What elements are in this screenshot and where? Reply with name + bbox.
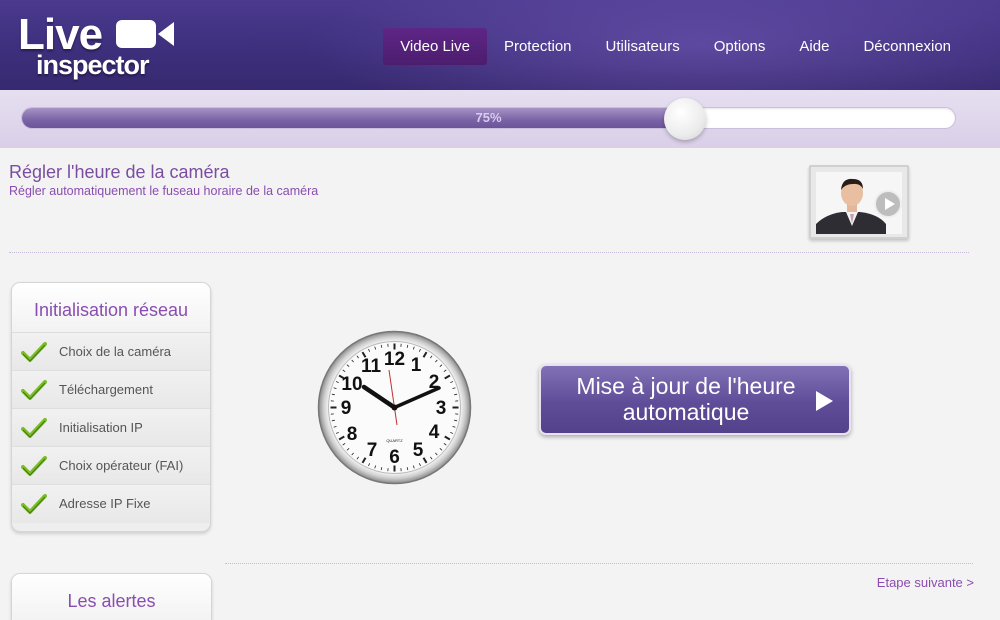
title-divider [9, 252, 969, 253]
step-ip-init[interactable]: Initialisation IP [12, 409, 210, 447]
checkmark-icon [21, 494, 47, 514]
step-static-ip[interactable]: Adresse IP Fixe [12, 485, 210, 523]
step-isp-choice[interactable]: Choix opérateur (FAI) [12, 447, 210, 485]
clock-brand: QUARTZ [386, 438, 403, 443]
clock-number: 11 [361, 356, 382, 377]
bottom-divider [225, 563, 973, 564]
clock-number: 7 [367, 440, 378, 461]
checkmark-icon [21, 380, 47, 400]
checkmark-icon [21, 342, 47, 362]
nav-options[interactable]: Options [697, 28, 783, 65]
main-nav: Video Live Protection Utilisateurs Optio… [383, 28, 968, 65]
checkmark-icon [21, 418, 47, 438]
clock-number: 10 [341, 374, 362, 395]
clock-number: 12 [384, 349, 405, 370]
page-title: Régler l'heure de la caméra [9, 162, 230, 182]
step-label: Choix de la caméra [59, 344, 171, 359]
top-header: Live inspector Video Live Protection Uti… [0, 0, 1000, 90]
clock-number: 5 [413, 440, 424, 461]
nav-video-live[interactable]: Video Live [383, 28, 487, 65]
step-label: Téléchargement [59, 382, 153, 397]
step-label: Choix opérateur (FAI) [59, 458, 184, 473]
panel-title-network: Initialisation réseau [12, 283, 210, 333]
clock-number: 9 [341, 398, 352, 419]
auto-time-update-button[interactable]: Mise à jour de l'heure automatique [539, 364, 851, 435]
nav-aide[interactable]: Aide [782, 28, 846, 65]
next-step-link[interactable]: Etape suivante > [877, 575, 974, 590]
step-camera-choice[interactable]: Choix de la caméra [12, 333, 210, 371]
video-frame [816, 172, 902, 234]
panel-title-alerts: Les alertes [12, 574, 211, 620]
alerts-panel[interactable]: Les alertes [11, 573, 212, 620]
nav-utilisateurs[interactable]: Utilisateurs [589, 28, 697, 65]
clock-number: 8 [347, 424, 358, 445]
step-download[interactable]: Téléchargement [12, 371, 210, 409]
page-subtitle: Régler automatiquement le fuseau horaire… [9, 184, 319, 198]
help-video-thumbnail[interactable] [809, 165, 909, 239]
nav-deconnexion[interactable]: Déconnexion [846, 28, 968, 65]
play-icon[interactable] [874, 190, 902, 218]
progress-slider-handle[interactable] [663, 98, 706, 140]
network-setup-panel: Initialisation réseau Choix de la caméra… [11, 282, 211, 532]
wall-clock-illustration: 12 1 2 3 4 5 6 7 8 9 10 11 QUARTZ [317, 330, 472, 485]
live-inspector-logo[interactable]: Live inspector [16, 10, 181, 82]
play-arrow-icon [816, 391, 833, 411]
progress-bar: 75% [21, 107, 956, 129]
clock-number: 6 [389, 447, 400, 468]
video-camera-icon [116, 20, 174, 48]
clock-number: 4 [429, 422, 440, 443]
button-label-line2: automatique [622, 399, 750, 425]
button-label: Mise à jour de l'heure automatique [541, 373, 831, 425]
logo-text-inspector: inspector [36, 50, 150, 80]
progress-strip: 75% [0, 90, 1000, 148]
button-label-line1: Mise à jour de l'heure [576, 373, 796, 399]
nav-protection[interactable]: Protection [487, 28, 589, 65]
clock-number: 3 [436, 398, 447, 419]
progress-percent: 75% [475, 110, 502, 125]
checkmark-icon [21, 456, 47, 476]
step-label: Adresse IP Fixe [59, 496, 151, 511]
step-label: Initialisation IP [59, 420, 143, 435]
clock-number: 1 [411, 355, 422, 376]
